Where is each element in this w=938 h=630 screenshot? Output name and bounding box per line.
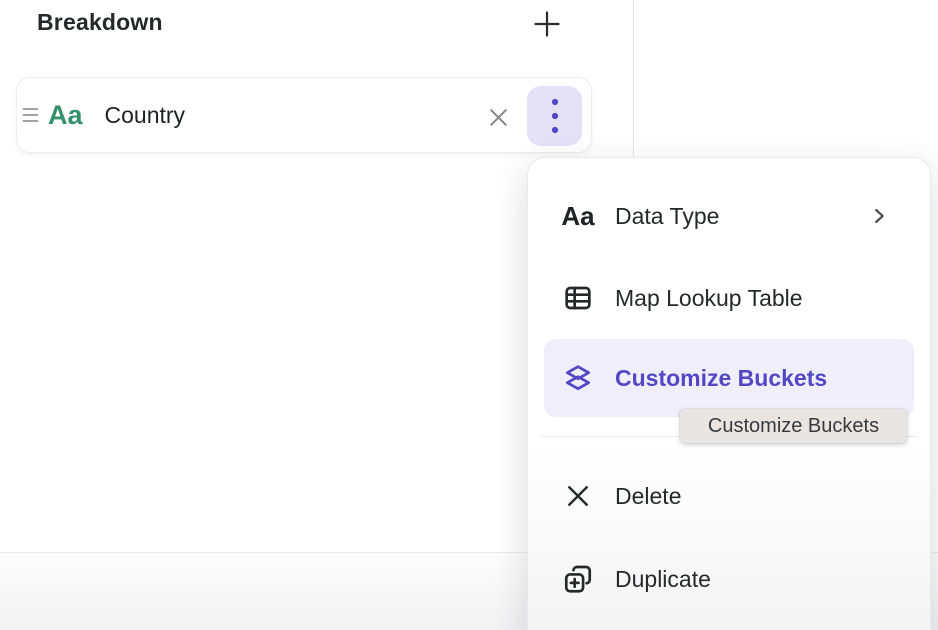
menu-item-customize-buckets[interactable]: Customize Buckets <box>544 339 914 417</box>
menu-item-delete[interactable]: Delete <box>544 464 914 528</box>
duplicate-icon <box>561 563 595 595</box>
field-options-button[interactable] <box>527 86 582 146</box>
field-name: Country <box>105 102 186 129</box>
menu-item-label: Data Type <box>615 203 719 230</box>
menu-item-label: Duplicate <box>615 566 711 593</box>
breakdown-panel: Breakdown Aa Country <box>0 0 938 630</box>
menu-item-label: Delete <box>615 483 681 510</box>
field-type-icon: Aa <box>48 102 83 129</box>
breakdown-field-card: Aa Country <box>16 77 592 153</box>
x-icon <box>561 482 595 510</box>
kebab-menu-icon <box>549 95 561 137</box>
menu-item-label: Customize Buckets <box>615 365 827 392</box>
layers-icon <box>561 362 595 394</box>
chevron-right-icon <box>868 205 890 227</box>
field-options-menu: Aa Data Type Map Lookup Table <box>527 157 931 630</box>
add-breakdown-button[interactable] <box>529 6 565 42</box>
menu-item-label: Map Lookup Table <box>615 285 803 312</box>
page-title: Breakdown <box>37 9 163 36</box>
close-icon <box>486 105 511 130</box>
menu-item-data-type[interactable]: Aa Data Type <box>544 184 914 248</box>
tooltip-text: Customize Buckets <box>708 415 879 438</box>
menu-item-map-lookup-table[interactable]: Map Lookup Table <box>544 266 914 330</box>
drag-handle-icon[interactable] <box>22 104 39 126</box>
text-type-icon: Aa <box>561 203 595 229</box>
menu-item-duplicate[interactable]: Duplicate <box>544 547 914 611</box>
plus-icon <box>532 9 562 39</box>
table-icon <box>561 282 595 314</box>
remove-field-button[interactable] <box>480 99 516 135</box>
customize-buckets-tooltip: Customize Buckets <box>680 409 907 443</box>
